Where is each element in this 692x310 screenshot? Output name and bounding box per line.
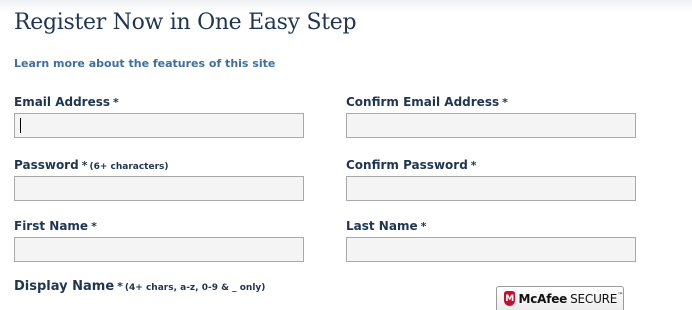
mcafee-shield-icon: M bbox=[504, 291, 516, 306]
display-name-hint: (4+ chars, a-z, 0-9 & _ only) bbox=[124, 283, 266, 293]
required-marker: * bbox=[81, 159, 88, 172]
last-name-input[interactable] bbox=[346, 237, 636, 262]
email-field-group: Email Address * bbox=[14, 94, 314, 140]
confirm-password-input[interactable] bbox=[346, 176, 636, 201]
password-field-group: Password * (6+ characters) bbox=[14, 157, 314, 203]
required-marker: * bbox=[420, 220, 427, 233]
registration-page: Register Now in One Easy Step Learn more… bbox=[0, 0, 692, 310]
last-name-label-text: Last Name bbox=[346, 219, 418, 233]
first-name-field-group: First Name * bbox=[14, 218, 314, 264]
required-marker: * bbox=[113, 96, 119, 109]
first-name-input[interactable] bbox=[14, 237, 304, 262]
secure-word: SECURE bbox=[570, 291, 618, 306]
required-marker: * bbox=[502, 96, 508, 109]
email-label-text: Email Address bbox=[14, 95, 111, 109]
page-title: Register Now in One Easy Step bbox=[14, 10, 357, 35]
required-marker: * bbox=[117, 280, 123, 293]
required-marker: * bbox=[91, 220, 97, 233]
confirm-password-label: Confirm Password * bbox=[346, 157, 646, 174]
trademark-symbol: ™ bbox=[617, 291, 623, 299]
password-input[interactable] bbox=[14, 176, 304, 201]
password-label-text: Password bbox=[14, 158, 79, 172]
confirm-email-input[interactable] bbox=[346, 113, 636, 138]
mcafee-brand-text: McAfee bbox=[518, 291, 568, 306]
last-name-field-group: Last Name * bbox=[346, 218, 646, 264]
confirm-email-label-text: Confirm Email Address bbox=[346, 95, 500, 109]
confirm-email-label: Confirm Email Address * bbox=[346, 94, 646, 111]
first-name-label-text: First Name bbox=[14, 219, 89, 233]
confirm-password-field-group: Confirm Password * bbox=[346, 157, 646, 203]
learn-more-link[interactable]: Learn more about the features of this si… bbox=[14, 57, 275, 70]
text-cursor bbox=[20, 118, 21, 133]
mcafee-secure-badge[interactable]: M McAfee SECURE™ bbox=[496, 286, 624, 310]
display-name-field-group: Display Name * (4+ chars, a-z, 0-9 & _ onl… bbox=[14, 279, 294, 310]
email-label: Email Address * bbox=[14, 94, 314, 111]
email-input[interactable] bbox=[14, 113, 304, 138]
password-label: Password * (6+ characters) bbox=[14, 157, 314, 174]
password-hint: (6+ characters) bbox=[89, 162, 169, 172]
display-name-label: Display Name * (4+ chars, a-z, 0-9 & _ onl… bbox=[14, 279, 294, 295]
mcafee-secure-text: SECURE™ bbox=[570, 292, 623, 306]
required-marker: * bbox=[470, 159, 477, 172]
first-name-label: First Name * bbox=[14, 218, 314, 235]
display-name-label-text: Display Name bbox=[14, 279, 115, 294]
confirm-email-field-group: Confirm Email Address * bbox=[346, 94, 646, 140]
confirm-password-label-text: Confirm Password bbox=[346, 158, 468, 172]
last-name-label: Last Name * bbox=[346, 218, 646, 235]
